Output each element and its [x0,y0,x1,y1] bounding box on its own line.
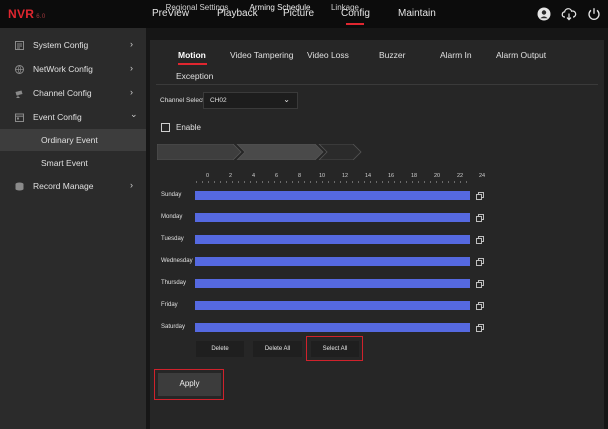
day-label-monday: Monday [161,214,183,220]
select-all-highlight [306,336,363,361]
tab-active-indicator [178,63,207,65]
channel-select[interactable]: CH02 ⌄ [203,92,298,109]
tab-buzzer[interactable]: Buzzer [379,50,405,60]
day-label-friday: Friday [161,302,178,308]
sidebar-subitem-ordinary-event[interactable]: Ordinary Event [0,129,146,151]
apply-highlight [154,369,224,400]
copy-icon[interactable] [476,258,484,266]
hour-label: 4 [252,173,256,179]
hour-label: 14 [365,173,372,179]
step-arming-schedule[interactable]: Arming Schedule [240,0,320,16]
hour-ruler [196,181,472,183]
day-label-thursday: Thursday [161,280,187,286]
sidebar-item-label: NetWork Config [33,64,93,74]
copy-icon[interactable] [476,192,484,200]
sidebar-item-label: Record Manage [33,181,94,191]
schedule-bar-sunday[interactable] [195,191,470,200]
schedule-bar-friday[interactable] [195,301,470,310]
day-label-saturday: Saturday [161,324,186,330]
channel-select-label: Channel Select [160,97,205,104]
tab-motion[interactable]: Motion [178,50,206,60]
enable-label: Enable [176,123,201,132]
hour-label: 0 [206,173,210,179]
sidebar-subitem-label: Ordinary Event [41,135,98,145]
step-linkage[interactable]: Linkage [324,0,366,16]
sidebar-item-network-config[interactable]: NetWork Config › [0,58,146,82]
tab-exception[interactable]: Exception [176,71,213,81]
nav-tab-maintain[interactable]: Maintain [398,8,436,19]
delete-all-button[interactable]: Delete All [253,341,302,357]
camera-icon [15,90,23,98]
sidebar-subitem-label: Smart Event [41,158,88,168]
power-icon[interactable] [586,6,602,22]
copy-icon[interactable] [476,214,484,222]
copy-icon[interactable] [476,324,484,332]
sidebar-item-record-manage[interactable]: Record Manage › [0,175,146,199]
day-label-wednesday: Wednesday [161,258,193,264]
copy-icon[interactable] [476,280,484,288]
hour-label: 12 [342,173,349,179]
system-config-icon [15,41,24,50]
app-logo: NVR 6.0 [8,7,46,21]
delete-button[interactable]: Delete [196,341,244,357]
chevron-right-icon: › [130,87,133,97]
user-icon[interactable] [536,6,552,22]
cloud-download-icon[interactable] [561,6,577,22]
logo-text: NVR [8,7,35,21]
sidebar-item-event-config[interactable]: Event Config ⌄ [0,106,146,130]
event-icon [15,113,24,122]
hour-label: 8 [298,173,302,179]
chevron-down-icon: ⌄ [283,95,290,104]
sidebar-item-label: Event Config [33,112,82,122]
sidebar-subitem-smart-event[interactable]: Smart Event [0,152,146,174]
chevron-right-icon: › [130,39,133,49]
hour-label: 16 [388,173,395,179]
network-icon [15,65,24,74]
tab-video-loss[interactable]: Video Loss [307,50,349,60]
nav-active-indicator [346,23,364,25]
schedule-bar-monday[interactable] [195,213,470,222]
sidebar-item-system-config[interactable]: System Config › [0,34,146,58]
schedule-bar-wednesday[interactable] [195,257,470,266]
sidebar: System Config › NetWork Config › Channel… [0,28,146,429]
sidebar-item-channel-config[interactable]: Channel Config › [0,82,146,106]
hour-label: 20 [434,173,441,179]
record-icon [15,182,24,191]
hour-label: 24 [479,173,486,179]
tab-video-tampering[interactable]: Video Tampering [230,50,293,60]
hour-label: 22 [457,173,464,179]
sidebar-item-label: Channel Config [33,88,92,98]
step-breadcrumb [157,144,362,160]
sidebar-item-label: System Config [33,40,89,50]
channel-select-value: CH02 [210,97,227,104]
enable-checkbox[interactable] [161,123,170,132]
hour-label: 18 [411,173,418,179]
schedule-bar-tuesday[interactable] [195,235,470,244]
day-label-tuesday: Tuesday [161,236,184,242]
chevron-right-icon: › [130,180,133,190]
tab-alarm-in[interactable]: Alarm In [440,50,472,60]
hour-label: 10 [319,173,326,179]
hour-label: 6 [275,173,279,179]
step-regional-settings[interactable]: Regional Settings [157,0,237,16]
tab-alarm-output[interactable]: Alarm Output [496,50,546,60]
logo-version: 6.0 [36,14,46,20]
copy-icon[interactable] [476,302,484,310]
chevron-down-icon: ⌄ [130,109,138,119]
day-label-sunday: Sunday [161,192,182,198]
copy-icon[interactable] [476,236,484,244]
schedule-bar-thursday[interactable] [195,279,470,288]
chevron-right-icon: › [130,63,133,73]
hour-label: 2 [229,173,233,179]
schedule-bar-saturday[interactable] [195,323,470,332]
tab-divider [156,84,598,85]
